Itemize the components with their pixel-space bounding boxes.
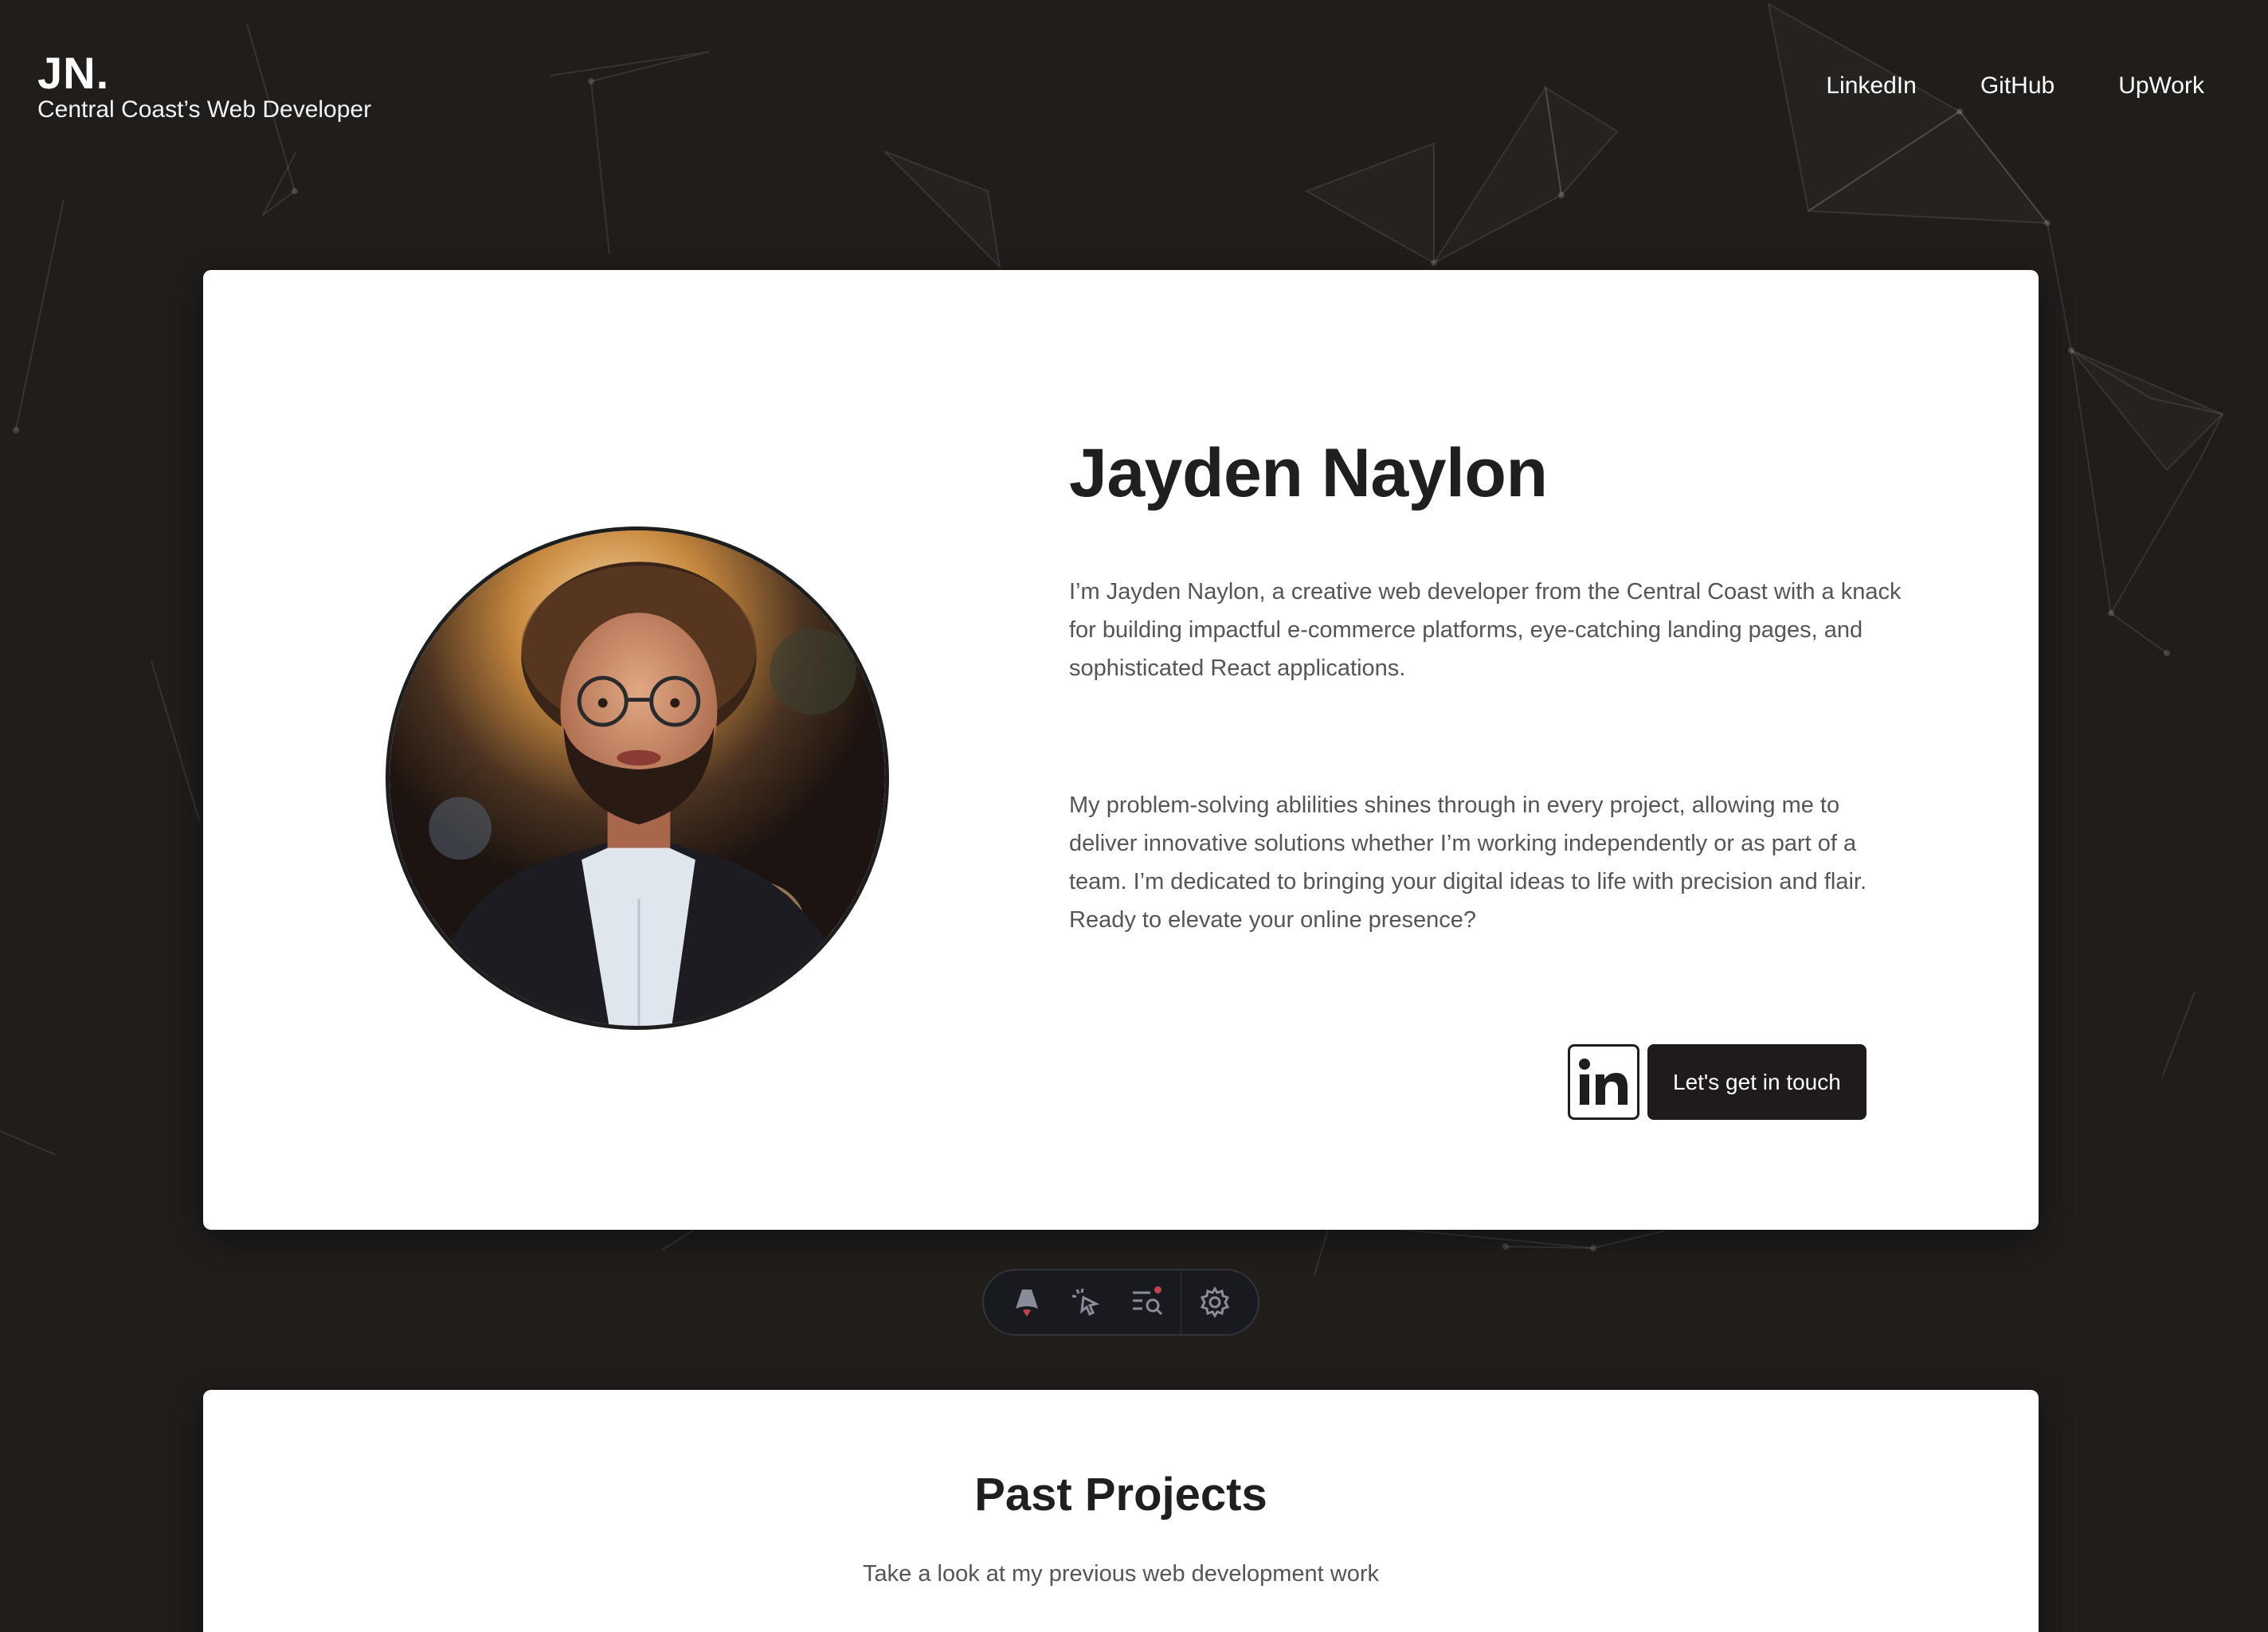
nav-link-upwork[interactable]: UpWork xyxy=(2118,70,2204,102)
hero-intro-paragraph: I’m Jayden Naylon, a creative web develo… xyxy=(1069,579,1902,681)
hero-skills-paragraph: My problem-solving ablilities shines thr… xyxy=(1069,793,1867,933)
astro-icon xyxy=(1015,1290,1038,1317)
nav-link-github[interactable]: GitHub xyxy=(1980,70,2055,102)
profile-photo xyxy=(386,526,889,1030)
cursor-click-icon xyxy=(1072,1288,1100,1317)
dev-toolbar xyxy=(982,1269,1259,1336)
brand-tagline: Central Coast’s Web Developer xyxy=(37,96,372,123)
hero-actions: Let's get in touch xyxy=(1568,1044,1866,1120)
brand-logo: JN. xyxy=(37,48,110,98)
projects-section: Past Projects Take a look at my previous… xyxy=(203,1390,2039,1632)
hero-title: Jayden Naylon xyxy=(1069,435,1548,511)
top-nav: LinkedIn GitHub UpWork xyxy=(1826,70,2204,102)
projects-subtitle: Take a look at my previous web developme… xyxy=(863,1561,1379,1587)
notification-dot xyxy=(1154,1286,1161,1293)
brand[interactable]: JN. Central Coast’s Web Developer xyxy=(37,48,371,124)
gear-icon xyxy=(1201,1286,1230,1318)
hero-text: Jayden Naylon I’m Jayden Naylon, a creat… xyxy=(1069,429,1906,939)
toolbar-audit-button[interactable] xyxy=(1117,1270,1177,1334)
toolbar-inspect-button[interactable] xyxy=(1057,1270,1118,1334)
get-in-touch-button[interactable]: Let's get in touch xyxy=(1647,1044,1866,1120)
linkedin-icon xyxy=(1579,1058,1628,1105)
linkedin-button[interactable] xyxy=(1568,1044,1639,1120)
projects-title: Past Projects xyxy=(974,1469,1267,1520)
portrait-illustration xyxy=(390,530,885,1026)
nav-link-linkedin[interactable]: LinkedIn xyxy=(1826,70,1916,102)
page: JN. Central Coast’s Web Developer Linked… xyxy=(0,0,2268,1632)
toolbar-divider xyxy=(1180,1269,1182,1336)
toolbar-astro-button[interactable] xyxy=(997,1270,1057,1334)
toolbar-settings-button[interactable] xyxy=(1185,1270,1245,1334)
hero-card: Jayden Naylon I’m Jayden Naylon, a creat… xyxy=(203,270,2039,1230)
